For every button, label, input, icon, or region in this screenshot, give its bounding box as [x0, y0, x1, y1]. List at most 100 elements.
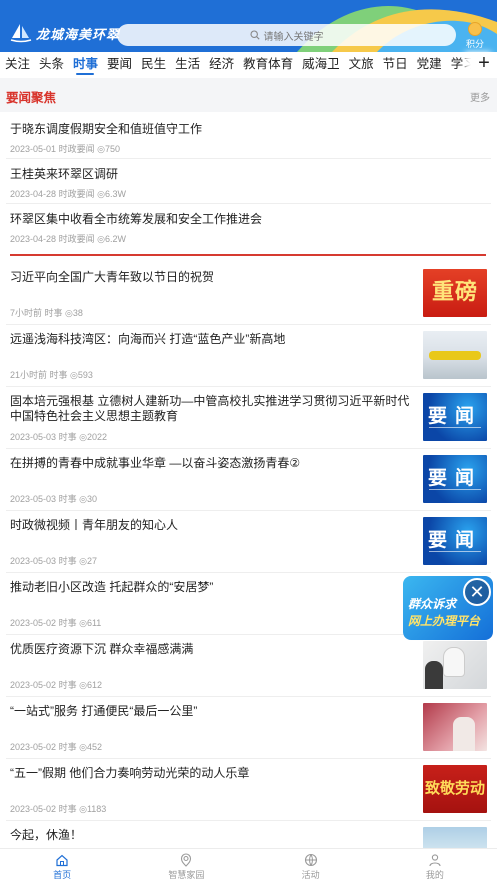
news-item-meta: 2023-05-03 时事 ◎30 — [10, 492, 97, 505]
focus-list-item[interactable]: 于晓东调度假期安全和值班值守工作 2023-05-01 时政要闻 ◎750 — [0, 114, 497, 159]
eye-icon: ◎ — [76, 556, 87, 566]
thumbnail-text: 要闻 — [427, 468, 482, 489]
tab-item[interactable]: 时事 — [68, 52, 102, 76]
eye-icon: ◎ — [67, 370, 78, 380]
news-thumbnail — [423, 703, 487, 751]
item-views: 6.2W — [104, 234, 126, 244]
bottom-navigation: 首页 智慧家园 活动 我的 — [0, 848, 497, 883]
news-list-item[interactable]: 远遥浅海科技湾区：向海而兴 打造“蓝色产业”新高地 21小时前 时事 ◎593 — [0, 325, 497, 387]
eye-icon: ◎ — [76, 618, 87, 628]
bottom-nav-label: 智慧家园 — [168, 870, 205, 880]
doctor-shape — [443, 647, 465, 677]
item-views: 6.3W — [104, 189, 126, 199]
bottom-nav-item[interactable]: 智慧家园 — [124, 849, 248, 883]
news-thumbnail: 要闻 — [423, 455, 487, 503]
close-icon[interactable]: ✕ — [463, 578, 491, 606]
item-views: 593 — [77, 370, 93, 380]
tab-item[interactable]: 节日 — [378, 52, 412, 76]
tab-item[interactable]: 要闻 — [102, 52, 136, 76]
petition-platform-badge[interactable]: 群众诉求 网上办理平台 ✕ — [403, 576, 493, 640]
tab-item[interactable]: 生活 — [170, 52, 204, 76]
bottom-nav-item[interactable]: 我的 — [373, 849, 497, 883]
tab-item[interactable]: 教育体育 — [238, 52, 297, 76]
news-item-title: 时政微视频丨青年朋友的知心人 — [10, 518, 179, 532]
add-channel-icon[interactable]: + — [471, 52, 497, 76]
item-source: 时事 — [58, 804, 77, 814]
focus-item-meta: 2023-05-01 时政要闻 ◎750 — [10, 142, 120, 155]
focus-list-item[interactable]: 环翠区集中收看全市统筹发展和安全工作推进会 2023-04-28 时政要闻 ◎6.… — [0, 204, 497, 249]
item-views: 30 — [86, 494, 97, 504]
focus-list-item[interactable]: 王桂英来环翠区调研 2023-04-28 时政要闻 ◎6.3W — [0, 159, 497, 204]
item-source: 时事 — [58, 742, 77, 752]
eye-icon: ◎ — [76, 804, 87, 814]
news-item-title: 今起，休渔！ — [10, 828, 83, 842]
thumbnail-text: 重磅 — [431, 280, 478, 305]
item-views: 452 — [86, 742, 102, 752]
points-button[interactable]: 积分 — [460, 20, 490, 50]
logo-text: 龙城海美环翠 — [36, 27, 121, 43]
focus-item-meta: 2023-04-28 时政要闻 ◎6.3W — [10, 187, 126, 200]
item-source: 时政要闻 — [58, 234, 95, 244]
item-time: 2023-05-02 — [10, 804, 57, 814]
bottom-nav-label: 我的 — [425, 870, 444, 880]
focus-section-header: 要闻聚焦 更多 — [0, 78, 497, 112]
badge-line1: 群众诉求 — [408, 597, 457, 611]
item-source: 时政要闻 — [58, 144, 95, 154]
sail-logo-icon — [10, 24, 32, 43]
item-time: 2023-05-02 — [10, 742, 57, 752]
news-item-title: 远遥浅海科技湾区：向海而兴 打造“蓝色产业”新高地 — [10, 332, 286, 346]
news-list-item[interactable]: 习近平向全国广大青年致以节日的祝贺 7小时前 时事 ◎38 重磅 — [0, 263, 497, 325]
points-label: 积分 — [465, 39, 484, 49]
item-time: 2023-05-02 — [10, 680, 57, 690]
tab-item[interactable]: 文旅 — [344, 52, 378, 76]
submarine-shape — [429, 351, 481, 360]
news-list-item[interactable]: 优质医疗资源下沉 群众幸福感满满 2023-05-02 时事 ◎612 — [0, 635, 497, 697]
item-views: 38 — [72, 308, 83, 318]
tab-item[interactable]: 头条 — [34, 52, 68, 76]
news-item-meta: 2023-05-02 时事 ◎611 — [10, 616, 101, 629]
bottom-nav-label: 活动 — [301, 870, 320, 880]
item-time: 2023-05-03 — [10, 556, 57, 566]
news-list-item[interactable]: “一站式”服务 打通便民“最后一公里” 2023-05-02 时事 ◎452 — [0, 697, 497, 759]
eye-icon: ◎ — [76, 432, 87, 442]
eye-icon: ◎ — [62, 308, 73, 318]
news-item-title: “一站式”服务 打通便民“最后一公里” — [10, 704, 198, 718]
item-source: 时政要闻 — [58, 189, 95, 199]
news-item-meta: 2023-05-03 时事 ◎27 — [10, 554, 97, 567]
news-list-item[interactable]: 固本培元强根基 立德树人建新功—中管高校扎实推进学习贯彻习近平新时代中国特色社会… — [0, 387, 497, 449]
item-source: 时事 — [44, 308, 63, 318]
app-header: 龙城海美环翠 请输入关键字 积分 — [0, 0, 497, 52]
bottom-nav-item[interactable]: 首页 — [0, 849, 124, 883]
news-item-meta: 21小时前 时事 ◎593 — [10, 368, 93, 381]
news-list-item[interactable]: 在拼搏的青春中成就事业华章 —以奋斗姿态激扬青春② 2023-05-03 时事 ◎… — [0, 449, 497, 511]
item-time: 2023-05-03 — [10, 494, 57, 504]
tab-item[interactable]: 威海卫 — [297, 52, 344, 76]
item-views: 2022 — [86, 432, 107, 442]
thumbnail-text: 致敬劳动 — [424, 780, 485, 797]
item-source: 时事 — [58, 680, 77, 690]
tab-item[interactable]: 经济 — [204, 52, 238, 76]
search-input[interactable]: 请输入关键字 — [117, 24, 456, 46]
news-item-title: 优质医疗资源下沉 群众幸福感满满 — [10, 642, 194, 656]
tab-item[interactable]: 民生 — [136, 52, 170, 76]
location-icon — [181, 853, 192, 867]
tab-item[interactable]: 关注 — [0, 52, 34, 76]
eye-icon: ◎ — [76, 742, 87, 752]
bottom-nav-item[interactable]: 活动 — [249, 849, 373, 883]
news-item-meta: 2023-05-02 时事 ◎612 — [10, 678, 102, 691]
item-source: 时事 — [58, 432, 77, 442]
bottom-nav-label: 首页 — [53, 870, 72, 880]
item-views: 612 — [86, 680, 102, 690]
news-item-title: “五一”假期 他们合力奏响劳动光荣的动人乐章 — [10, 766, 250, 780]
item-source: 时事 — [58, 556, 77, 566]
tab-item[interactable]: 党建 — [412, 52, 446, 76]
news-list-item[interactable]: “五一”假期 他们合力奏响劳动光荣的动人乐章 2023-05-02 时事 ◎118… — [0, 759, 497, 821]
item-source: 时事 — [58, 618, 77, 628]
thumbnail-text: 要闻 — [427, 530, 482, 551]
more-link[interactable]: 更多 — [470, 89, 490, 104]
ball-icon — [304, 853, 317, 867]
news-list-item[interactable]: 时政微视频丨青年朋友的知心人 2023-05-03 时事 ◎27 要闻 — [0, 511, 497, 573]
item-time: 7小时前 — [10, 308, 43, 318]
news-thumbnail: 重磅 — [423, 269, 487, 317]
news-thumbnail: 要闻 — [423, 517, 487, 565]
